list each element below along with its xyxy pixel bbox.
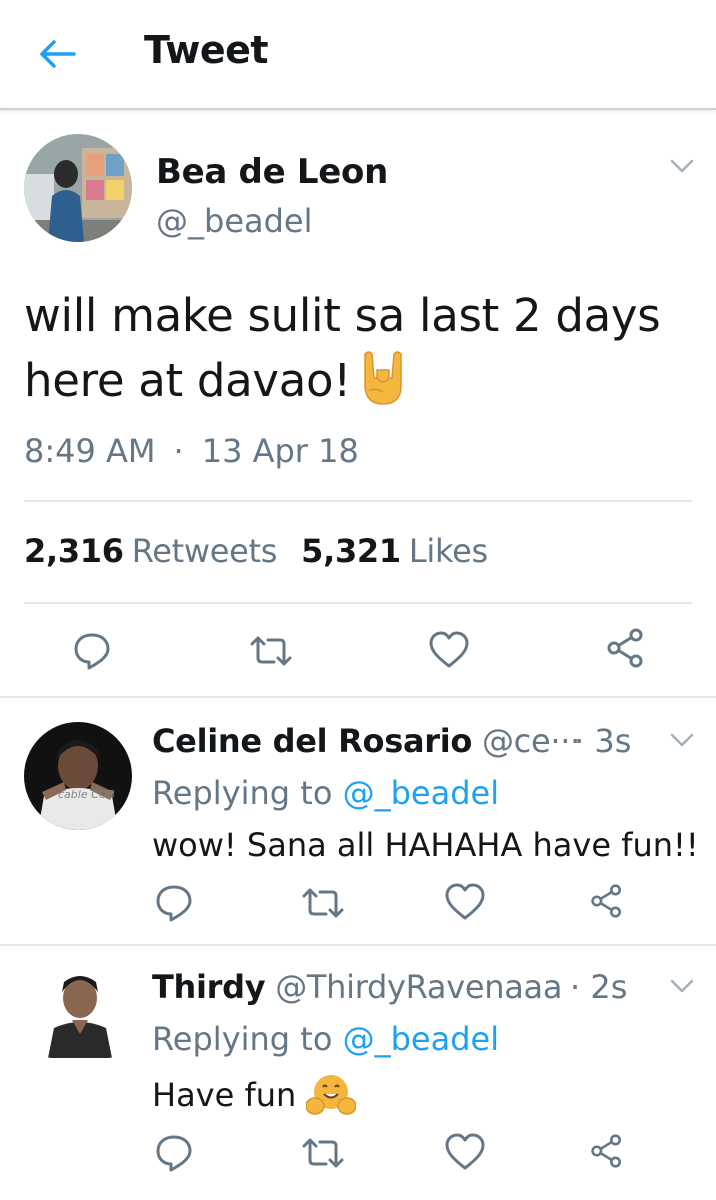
retweet-icon[interactable] bbox=[248, 634, 294, 668]
like-count: 5,321 bbox=[301, 532, 401, 570]
avatar-logo-text: cable COB bbox=[58, 788, 115, 801]
like-label: Likes bbox=[408, 532, 488, 570]
author-handle[interactable]: @_beadel bbox=[156, 202, 313, 240]
tweet-date: 13 Apr 18 bbox=[201, 432, 359, 470]
tweet-text-line: here at davao! bbox=[24, 354, 351, 407]
heart-icon[interactable] bbox=[428, 630, 470, 670]
heart-icon[interactable] bbox=[444, 882, 486, 922]
chevron-down-icon[interactable] bbox=[668, 730, 696, 750]
tweet-text: will make sulit sa last 2 days here at d… bbox=[24, 284, 704, 425]
like-stat[interactable]: 5,321 Likes bbox=[301, 532, 488, 570]
replying-to: Replying to @_beadel bbox=[152, 774, 499, 812]
retweet-stat[interactable]: 2,316 Retweets bbox=[24, 532, 277, 570]
reply-author-name[interactable]: Thirdy bbox=[152, 968, 266, 1006]
reply-header: Thirdy @ThirdyRavenaaa bbox=[152, 968, 562, 1006]
share-icon[interactable] bbox=[590, 884, 624, 918]
reply-time: 3s bbox=[594, 722, 632, 760]
reply-text: Have fun bbox=[152, 1072, 358, 1124]
meta-separator: · bbox=[570, 968, 581, 1006]
reply-avatar[interactable]: cable COB bbox=[24, 722, 132, 830]
reply-text: wow! Sana all HAHAHA have fun!! bbox=[152, 826, 699, 864]
reply-author-name[interactable]: Celine del Rosario bbox=[152, 722, 472, 760]
divider bbox=[24, 602, 692, 604]
tweet-stats: 2,316 Retweets 5,321 Likes bbox=[24, 532, 488, 570]
share-icon[interactable] bbox=[606, 628, 646, 668]
replying-prefix: Replying to bbox=[152, 774, 333, 812]
reply-icon[interactable] bbox=[154, 1132, 194, 1172]
hugging-face-emoji bbox=[305, 1072, 358, 1124]
meta-separator: · bbox=[574, 722, 585, 760]
reply-author-handle[interactable]: @ce··· bbox=[482, 722, 580, 760]
retweet-label: Retweets bbox=[131, 532, 278, 570]
chevron-down-icon[interactable] bbox=[668, 976, 696, 996]
reply-text-content: Have fun bbox=[152, 1076, 297, 1114]
replying-prefix: Replying to bbox=[152, 1020, 333, 1058]
reply-icon[interactable] bbox=[72, 630, 112, 670]
meta-separator: · bbox=[173, 432, 184, 470]
divider bbox=[0, 944, 716, 946]
chevron-down-icon[interactable] bbox=[668, 156, 696, 176]
replying-to: Replying to @_beadel bbox=[152, 1020, 499, 1058]
retweet-count: 2,316 bbox=[24, 532, 124, 570]
page-title: Tweet bbox=[144, 28, 269, 72]
reply-timestamp[interactable]: · 3s bbox=[574, 722, 631, 760]
tweet-timestamp[interactable]: 8:49 AM · 13 Apr 18 bbox=[24, 432, 359, 470]
reply-icon[interactable] bbox=[154, 882, 194, 922]
divider bbox=[24, 500, 692, 502]
author-name[interactable]: Bea de Leon bbox=[156, 152, 388, 192]
divider bbox=[0, 696, 716, 698]
tweet-time: 8:49 AM bbox=[24, 432, 156, 470]
reply-avatar[interactable] bbox=[40, 968, 120, 1058]
retweet-icon[interactable] bbox=[300, 1136, 346, 1170]
author-avatar[interactable] bbox=[24, 134, 132, 242]
tweet-text-line: will make sulit sa last 2 days bbox=[24, 289, 661, 342]
retweet-icon[interactable] bbox=[300, 886, 346, 920]
replying-mention-link[interactable]: @_beadel bbox=[343, 1020, 500, 1058]
reply-time: 2s bbox=[590, 968, 628, 1006]
heart-icon[interactable] bbox=[444, 1132, 486, 1172]
top-bar: Tweet bbox=[0, 0, 716, 110]
share-icon[interactable] bbox=[590, 1134, 624, 1168]
reply-author-handle[interactable]: @ThirdyRavenaaa bbox=[275, 968, 562, 1006]
reply-timestamp[interactable]: · 2s bbox=[570, 968, 627, 1006]
replying-mention-link[interactable]: @_beadel bbox=[343, 774, 500, 812]
rock-on-hand-emoji bbox=[357, 348, 409, 425]
reply-header: Celine del Rosario @ce··· bbox=[152, 722, 580, 760]
back-arrow-icon[interactable] bbox=[38, 38, 78, 70]
